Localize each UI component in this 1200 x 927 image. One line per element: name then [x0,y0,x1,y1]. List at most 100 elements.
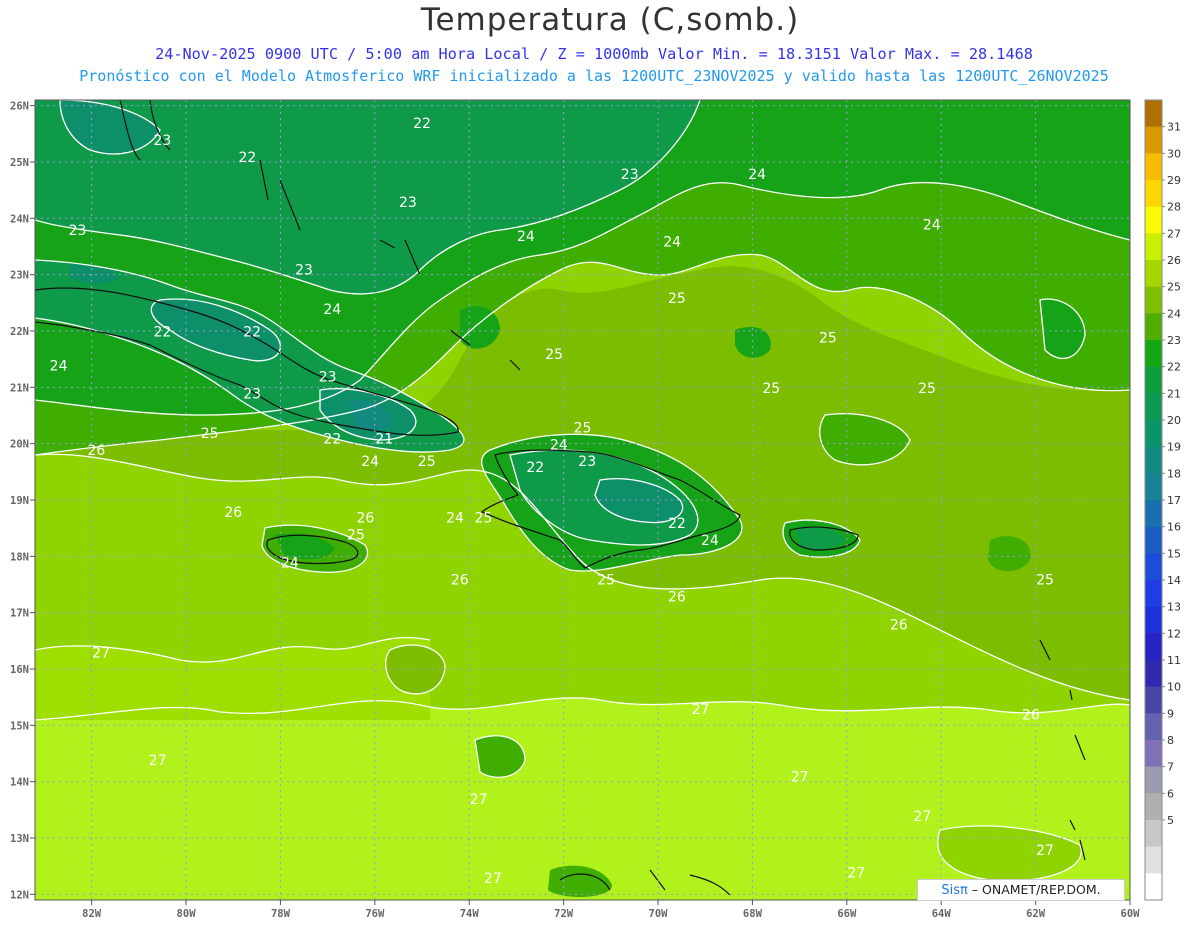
colorbar-label: 5 [1167,814,1174,827]
contour-value-label: 24 [550,437,568,453]
contour-value-label: 26 [451,573,469,589]
colorbar-swatch [1145,686,1162,714]
contour-value-label: 25 [1036,573,1054,589]
temperature-colorbar: 31 30 29 28 27 26 25 24 23 22 21 20 19 18 17 16 15 14 13 12… [1144,99,1181,901]
colorbar-label: 25 [1167,281,1181,294]
contour-value-label: 23 [319,370,337,386]
contour-value-label: 27 [92,646,110,662]
lon-tick-label: 76W [365,908,385,920]
colorbar-swatch [1145,153,1162,181]
contour-value-label: 21 [375,432,393,448]
lon-tick-label: 72W [554,908,574,920]
contour-value-label: 24 [701,533,719,549]
colorbar-swatch [1145,846,1162,874]
colorbar-swatch [1145,473,1162,501]
colorbar-label: 16 [1167,521,1181,534]
colorbar-label: 13 [1167,601,1181,614]
colorbar-label: 18 [1167,467,1181,480]
contour-value-label: 23 [154,133,172,149]
contour-value-label: 24 [50,358,68,374]
contour-value-label: 22 [668,516,686,532]
lat-tick-label: 16N [10,664,29,676]
contour-value-label: 22 [526,460,544,476]
colorbar-label: 26 [1167,254,1181,267]
colorbar-label: 15 [1167,547,1181,560]
colorbar-swatch [1145,233,1162,261]
colorbar-swatch [1145,100,1162,128]
contour-value-label: 23 [69,223,87,239]
colorbar-swatch [1145,660,1162,688]
colorbar-swatch [1145,580,1162,608]
contour-value-label: 25 [418,454,436,470]
contour-value-label: 22 [238,150,256,166]
contour-value-label: 22 [413,116,431,132]
contour-value-label: 24 [517,229,535,245]
lon-tick-label: 70W [649,908,669,920]
colorbar-label: 11 [1167,654,1181,667]
contour-value-label: 26 [356,511,374,527]
credit-box: Sisπ – ONAMET/REP.DOM. [917,879,1125,901]
colorbar-swatch [1145,126,1162,154]
lat-tick-label: 13N [10,833,29,845]
colorbar-swatch [1145,633,1162,661]
colorbar-swatch [1145,260,1162,288]
contour-value-label: 27 [847,865,865,881]
lon-tick-label: 68W [743,908,763,920]
lat-tick-label: 18N [10,551,29,563]
contour-value-label: 24 [748,167,766,183]
contour-value-label: 22 [154,325,172,341]
colorbar-label: 30 [1167,147,1181,160]
colorbar-label: 21 [1167,387,1181,400]
colorbar-label: 17 [1167,494,1181,507]
lat-tick-label: 20N [10,439,29,451]
colorbar-swatch [1145,713,1162,741]
contour-value-label: 25 [347,527,365,543]
colorbar-label: 10 [1167,681,1181,694]
contour-value-label: 25 [762,381,780,397]
colorbar-label: 19 [1167,441,1181,454]
contour-value-label: 26 [87,443,105,459]
colorbar-label: 27 [1167,227,1181,240]
lat-tick-label: 15N [10,720,29,732]
contour-value-label: 25 [819,330,837,346]
credit-text: – ONAMET/REP.DOM. [967,882,1101,897]
contour-value-label: 25 [668,291,686,307]
colorbar-label: 23 [1167,334,1181,347]
colorbar-swatch [1145,206,1162,234]
lat-tick-label: 19N [10,495,29,507]
colorbar-label: 8 [1167,734,1174,747]
contour-value-label: 24 [446,511,464,527]
lat-tick-label: 26N [10,101,29,113]
lon-tick-label: 66W [837,908,857,920]
lon-tick-label: 82W [82,908,102,920]
contour-value-label: 26 [890,618,908,634]
contour-value-label: 24 [281,556,299,572]
sispi-logo: Sisπ [941,883,968,898]
contour-value-label: 24 [361,454,379,470]
colorbar-swatch [1145,766,1162,794]
colorbar-swatch [1145,606,1162,634]
colorbar-swatch [1145,526,1162,554]
contour-value-label: 27 [1036,843,1054,859]
colorbar-label: 20 [1167,414,1181,427]
colorbar-swatch [1145,420,1162,448]
lat-tick-label: 12N [10,889,29,901]
lat-tick-label: 25N [10,157,29,169]
colorbar-label: 6 [1167,787,1174,800]
colorbar-swatch [1145,820,1162,848]
colorbar-label: 28 [1167,201,1181,214]
contour-value-label: 27 [470,792,488,808]
lat-tick-label: 23N [10,270,29,282]
lon-tick-label: 60W [1121,908,1141,920]
contour-value-label: 26 [224,505,242,521]
contour-value-label: 27 [791,770,809,786]
contour-value-label: 27 [913,809,931,825]
contour-value-label: 24 [663,234,681,250]
contour-value-label: 26 [1022,708,1040,724]
colorbar-label: 7 [1167,761,1174,774]
contour-value-label: 25 [474,511,492,527]
colorbar-label: 14 [1167,574,1181,587]
colorbar-swatch [1145,793,1162,821]
lon-tick-label: 64W [932,908,952,920]
colorbar-swatch [1145,393,1162,421]
